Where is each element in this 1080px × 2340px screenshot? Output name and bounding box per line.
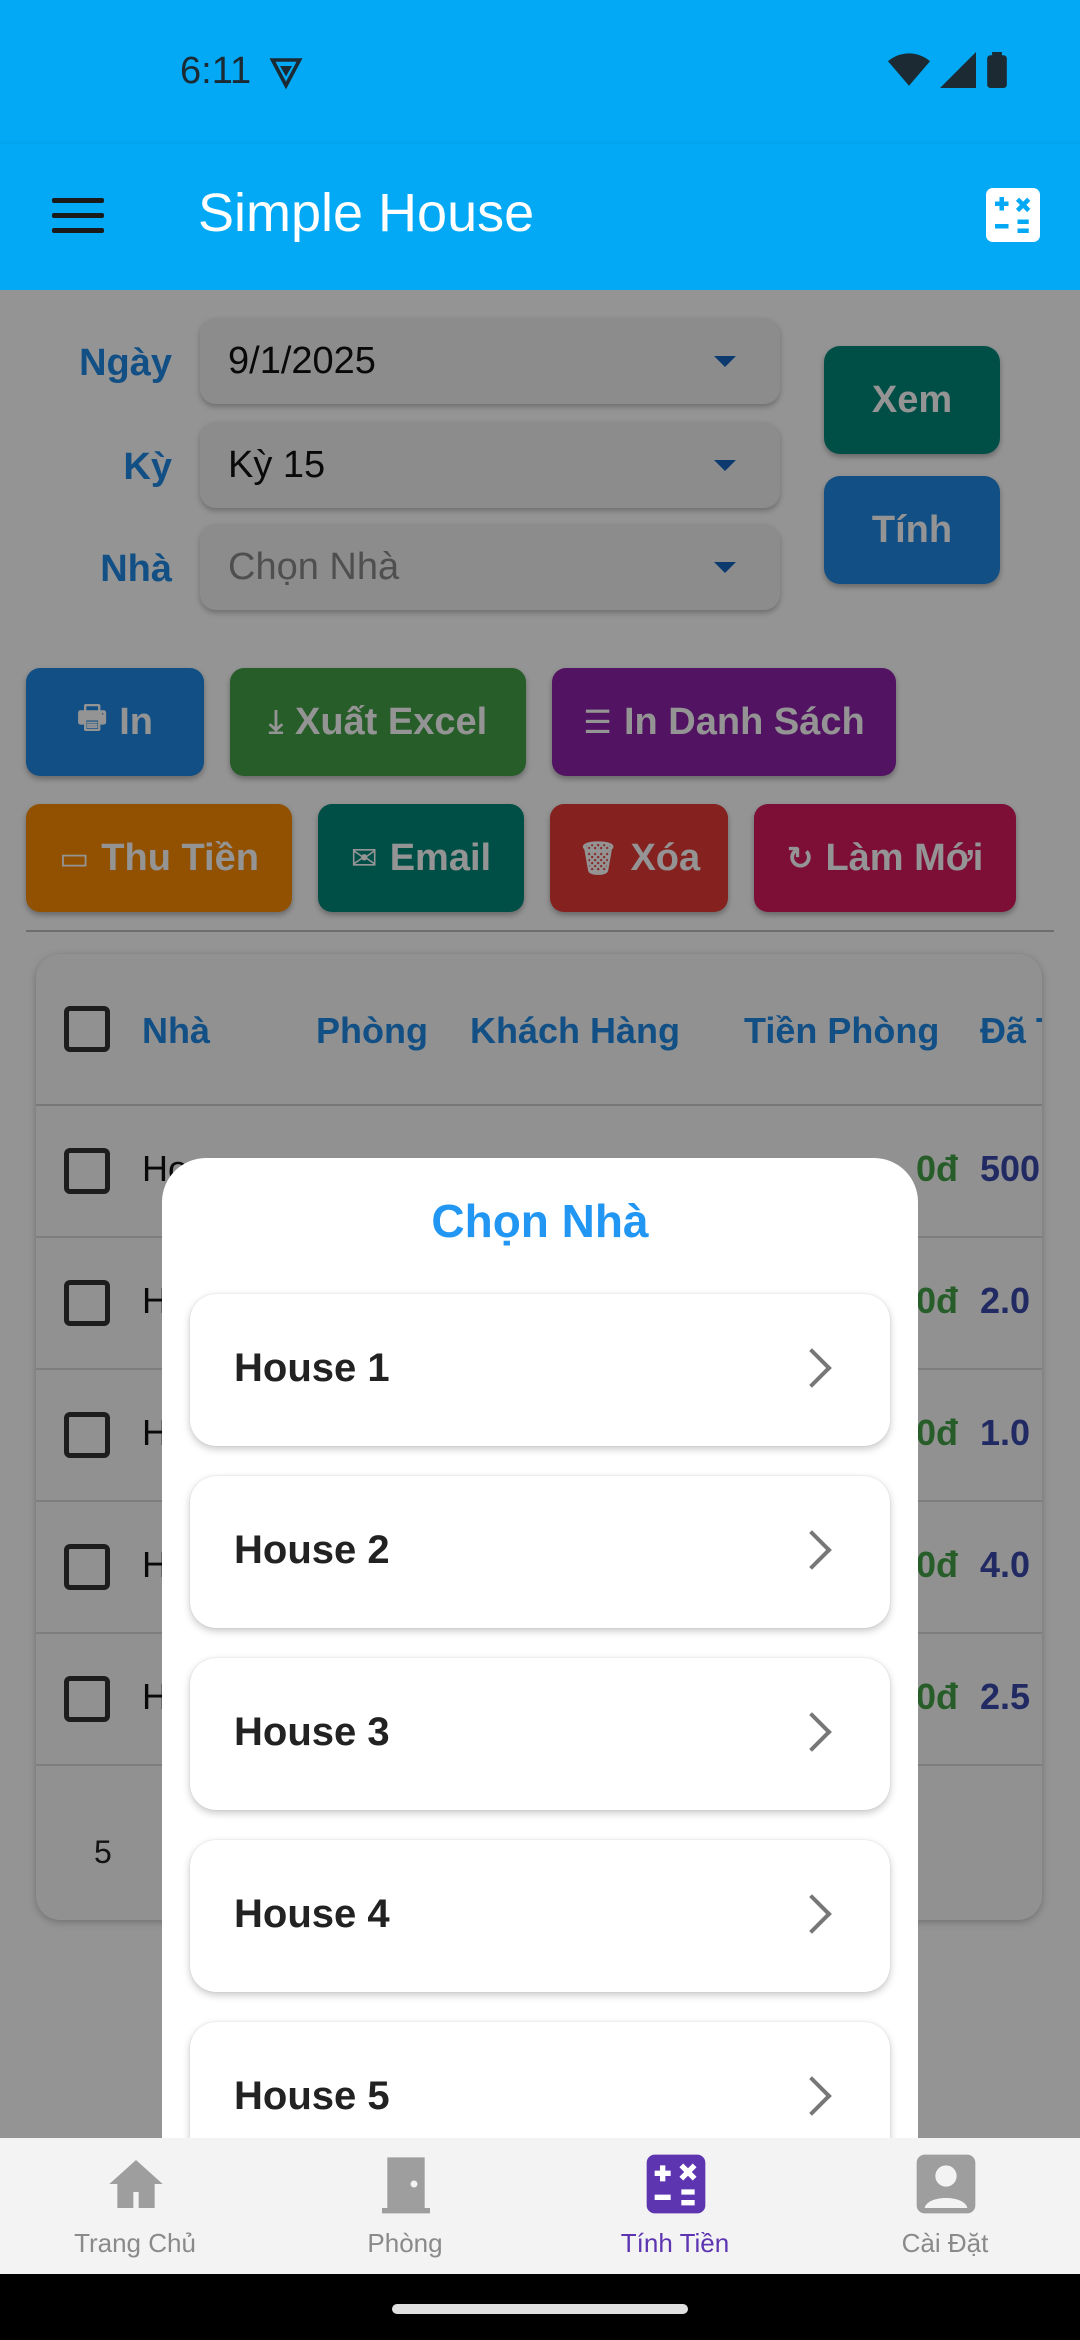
chevron-right-icon <box>792 1894 832 1934</box>
nav-settings[interactable]: Cài Đặt <box>810 2138 1080 2274</box>
status-bar: 6:11 <box>0 0 1080 144</box>
nav-billing[interactable]: Tính Tiền <box>540 2138 810 2274</box>
house-option-label: House 4 <box>234 1892 390 1936</box>
chevron-right-icon <box>792 1712 832 1752</box>
house-option-3[interactable]: House 3 <box>190 1658 890 1810</box>
status-icons <box>888 52 1008 88</box>
house-picker-sheet: Chọn Nhà House 1 House 2 House 3 House 4… <box>162 1158 918 2138</box>
house-option-label: House 3 <box>234 1710 390 1754</box>
app-bar: Simple House <box>0 144 1080 290</box>
gesture-bar <box>0 2274 1080 2340</box>
account-icon <box>916 2154 976 2214</box>
chevron-right-icon <box>792 2076 832 2116</box>
status-time: 6:11 <box>180 50 252 92</box>
app-title: Simple House <box>198 183 535 243</box>
chevron-right-icon <box>792 1530 832 1570</box>
home-gesture-handle[interactable] <box>392 2304 688 2314</box>
wifi-icon <box>888 53 930 86</box>
house-option-label: House 1 <box>234 1346 390 1390</box>
home-icon <box>109 2160 163 2208</box>
battery-icon <box>987 52 1007 88</box>
nav-room-label: Phòng <box>367 2228 443 2258</box>
chevron-right-icon <box>792 1348 832 1388</box>
house-option-1[interactable]: House 1 <box>190 1294 890 1446</box>
menu-icon[interactable] <box>40 188 116 248</box>
nav-settings-label: Cài Đặt <box>901 2228 989 2258</box>
door-icon <box>382 2157 430 2214</box>
vpn-icon <box>269 58 303 90</box>
calculator-icon <box>646 2154 706 2214</box>
bottom-navigation: Trang Chủ Phòng Tính Tiền Cài Đặt <box>0 2138 1080 2274</box>
house-option-5[interactable]: House 5 <box>190 2022 890 2138</box>
house-option-label: House 5 <box>234 2074 390 2118</box>
house-option-label: House 2 <box>234 1528 390 1572</box>
nav-room[interactable]: Phòng <box>270 2138 540 2274</box>
nav-home-label: Trang Chủ <box>74 2228 196 2258</box>
house-option-4[interactable]: House 4 <box>190 1840 890 1992</box>
signal-icon <box>940 52 976 88</box>
nav-home[interactable]: Trang Chủ <box>0 2138 270 2274</box>
sheet-title: Chọn Nhà <box>431 1195 649 1247</box>
nav-billing-label: Tính Tiền <box>620 2228 730 2258</box>
house-option-2[interactable]: House 2 <box>190 1476 890 1628</box>
calculator-icon[interactable] <box>986 188 1040 242</box>
